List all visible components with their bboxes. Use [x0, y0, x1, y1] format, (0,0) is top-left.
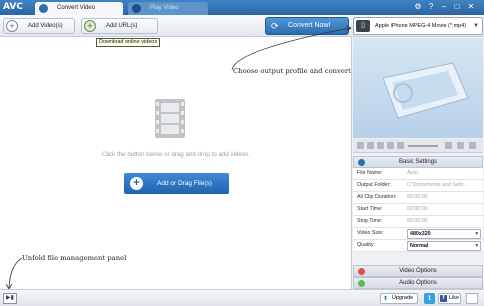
status-bar: ▶▮ ⬆ Upgrade t f Like	[0, 289, 484, 306]
chevron-down-icon: ▾	[475, 243, 478, 249]
drop-hint-text: Click the button below or drag and drop …	[101, 151, 251, 158]
video-preview	[353, 38, 483, 138]
quality-value: Normal	[410, 243, 429, 249]
app-window: AVC Convert Video Play Video ⚙ ? – □ ✕ +…	[0, 0, 484, 306]
convert-now-label: Convert Now!	[288, 22, 331, 29]
setting-label: File Name:	[357, 170, 383, 176]
add-video-label: Add Video(s)	[28, 23, 63, 29]
folder-icon[interactable]	[387, 142, 394, 149]
help-button[interactable]: ?	[426, 2, 436, 12]
output-profile-value: Apple iPhone MPEG-4 Movie (*.mp4)	[375, 23, 467, 29]
right-panel: Basic Settings File Name: Auto Output Fo…	[352, 37, 484, 289]
audio-options-header[interactable]: Audio Options	[353, 277, 483, 289]
stop-button-icon[interactable]	[367, 142, 374, 149]
settings-gear-icon[interactable]: ⚙	[413, 2, 423, 12]
setting-row-stop-time: Stop Time: 00:00:00	[353, 216, 483, 228]
close-button[interactable]: ✕	[466, 2, 476, 12]
setting-label: Video Size:	[357, 230, 384, 236]
like-label: Like	[449, 295, 460, 301]
cut-icon[interactable]	[445, 142, 452, 149]
basic-settings-table: File Name: Auto Output Folder: C:\Docume…	[353, 168, 483, 252]
convert-now-button[interactable]: ⟳ Convert Now!	[265, 17, 349, 35]
video-size-select[interactable]: 480x320 ▾	[407, 229, 481, 239]
convert-icon: ⟳	[271, 21, 279, 31]
globe-icon: +	[84, 20, 96, 32]
audio-options-label: Audio Options	[399, 280, 437, 286]
tab-play-video[interactable]: Play Video	[128, 2, 208, 15]
volume-icon[interactable]	[397, 142, 404, 149]
plus-icon: +	[130, 177, 143, 190]
unfold-panel-button[interactable]: ▶▮	[3, 293, 17, 304]
iphone-icon: ▯	[356, 20, 370, 32]
clip-duration-value: 00:00:00	[407, 194, 428, 200]
playback-controls	[353, 139, 483, 153]
film-reel-graphic	[382, 62, 469, 119]
add-url-label: Add URL(s)	[106, 23, 138, 29]
maximize-button[interactable]: □	[452, 2, 462, 12]
setting-row-quality: Quality: Normal ▾	[353, 240, 483, 252]
annotation-choose-profile: Choose output profile and convert	[233, 67, 351, 75]
volume-slider[interactable]	[408, 145, 438, 147]
twitter-icon[interactable]: t	[424, 293, 435, 304]
add-or-drag-files-label: Add or Drag File(s)	[157, 180, 212, 187]
add-video-icon: +	[6, 20, 18, 32]
layout-toggle-icon[interactable]	[466, 293, 478, 304]
upgrade-button[interactable]: ⬆ Upgrade	[380, 293, 418, 304]
chevron-down-icon: ▼	[473, 23, 479, 29]
setting-row-start-time: Start Time: 00:00:00	[353, 204, 483, 216]
stop-time-field[interactable]: 00:00:00	[407, 216, 481, 227]
effects-icon[interactable]	[457, 142, 464, 149]
setting-label: Output Folder:	[357, 182, 391, 188]
convert-video-icon	[39, 4, 48, 13]
app-logo: AVC	[3, 2, 23, 12]
tab-play-video-label: Play Video	[150, 5, 179, 11]
film-strip-icon	[155, 99, 185, 138]
tab-convert-video-label: Convert Video	[57, 5, 95, 11]
facebook-like-button[interactable]: f Like	[438, 293, 461, 304]
add-or-drag-files-button[interactable]: + Add or Drag File(s)	[124, 173, 229, 194]
crop-icon[interactable]	[469, 142, 476, 149]
minimize-button[interactable]: –	[439, 2, 449, 12]
start-time-field[interactable]: 00:00:00	[407, 204, 481, 215]
setting-label: Quality:	[357, 242, 375, 248]
toolbar: + Add Video(s) + Add URL(s) ⟳ Convert No…	[0, 15, 484, 37]
title-bar: AVC Convert Video Play Video ⚙ ? – □ ✕	[0, 0, 484, 15]
setting-label: All Clip Duration:	[357, 194, 397, 200]
basic-settings-label: Basic Settings	[398, 159, 438, 165]
play-icon	[132, 4, 141, 13]
upgrade-arrow-icon: ⬆	[383, 296, 389, 302]
output-folder-field[interactable]: C:\Documents and Setti...	[407, 180, 481, 191]
setting-label: Start Time:	[357, 206, 383, 212]
chevron-down-icon: ▾	[475, 231, 478, 237]
audio-options-icon	[358, 280, 365, 287]
output-profile-select[interactable]: ▯ Apple iPhone MPEG-4 Movie (*.mp4) ▼	[353, 17, 483, 35]
video-options-header[interactable]: Video Options	[353, 265, 483, 277]
video-options-icon	[358, 268, 365, 275]
add-url-button[interactable]: + Add URL(s)	[81, 18, 158, 34]
tab-convert-video[interactable]: Convert Video	[35, 2, 123, 15]
play-button-icon[interactable]	[357, 142, 364, 149]
setting-label: Stop Time:	[357, 218, 383, 224]
annotation-unfold-panel: Unfold file management panel	[22, 254, 127, 262]
file-name-field[interactable]: Auto	[407, 168, 481, 179]
basic-settings-header[interactable]: Basic Settings	[353, 156, 483, 168]
snapshot-icon[interactable]	[377, 142, 384, 149]
setting-row-file-name: File Name: Auto	[353, 168, 483, 180]
upgrade-label: Upgrade	[392, 295, 414, 301]
video-size-value: 480x320	[410, 231, 431, 237]
facebook-icon: f	[440, 295, 447, 302]
video-options-label: Video Options	[399, 268, 437, 274]
add-url-tooltip: Download online videos	[96, 38, 161, 47]
setting-row-video-size: Video Size: 480x320 ▾	[353, 228, 483, 240]
settings-icon	[358, 159, 365, 166]
setting-row-output-folder: Output Folder: C:\Documents and Setti...	[353, 180, 483, 192]
quality-select[interactable]: Normal ▾	[407, 241, 481, 251]
add-video-button[interactable]: + Add Video(s)	[3, 18, 75, 34]
setting-row-clip-duration: All Clip Duration: 00:00:00	[353, 192, 483, 204]
